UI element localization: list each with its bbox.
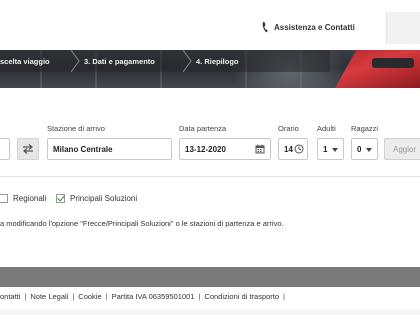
phone-icon xyxy=(262,21,268,33)
footer-link-condizioni-trasporto[interactable]: Condizioni di trasporto xyxy=(204,292,279,301)
site-header: Assistenza e Contatti xyxy=(0,0,420,50)
search-update-button[interactable]: Aggior xyxy=(384,138,420,160)
principali-soluzioni-label: Principali Soluzioni xyxy=(70,194,138,203)
footer-link-cookie[interactable]: Cookie xyxy=(78,292,101,301)
time-value: 14 xyxy=(284,144,293,154)
arrival-station-label: Stazione di arrivo xyxy=(47,124,105,133)
time-input[interactable]: 14 xyxy=(278,138,308,160)
swap-stations-button[interactable] xyxy=(17,138,39,160)
date-label: Data partenza xyxy=(179,124,227,133)
time-label: Orario xyxy=(278,124,299,133)
assistance-label: Assistenza e Contatti xyxy=(274,22,355,32)
assistance-contacts-link[interactable]: Assistenza e Contatti xyxy=(262,20,355,34)
regionali-label: Regionali xyxy=(13,194,47,203)
kids-value: 0 xyxy=(357,144,362,154)
footer-separator: | xyxy=(105,291,108,301)
caret-down-icon xyxy=(332,148,338,152)
step-label: 4. Riepilogo xyxy=(196,56,239,66)
adults-label: Adulti xyxy=(317,124,336,133)
step-label: scelta viaggio xyxy=(0,56,50,66)
footer-link-contatti[interactable]: ontatti xyxy=(0,292,20,301)
adults-value: 1 xyxy=(323,144,328,154)
step-chevron-icon xyxy=(183,50,192,72)
kids-select[interactable]: 0 xyxy=(351,138,378,160)
caret-down-icon xyxy=(366,148,372,152)
header-menu-button[interactable] xyxy=(386,12,420,44)
kids-label: Ragazzi xyxy=(351,124,379,133)
filter-regionali[interactable]: Regionali xyxy=(0,194,46,203)
footer-bottom-strip xyxy=(0,310,420,315)
calendar-icon[interactable] xyxy=(255,144,265,154)
swap-arrows-icon xyxy=(23,144,33,154)
step-dati-pagamento[interactable]: 3. Dati e pagamento xyxy=(80,50,192,72)
filter-principali-soluzioni[interactable]: Principali Soluzioni xyxy=(56,194,137,203)
footer-link-note-legali[interactable]: Note Legali xyxy=(30,292,68,301)
arrival-station-input[interactable]: Milano Centrale xyxy=(47,138,172,160)
footer-separator: | xyxy=(283,291,285,301)
step-label: 3. Dati e pagamento xyxy=(84,56,155,66)
regionali-checkbox[interactable] xyxy=(0,194,8,203)
date-input[interactable]: 13-12-2020 xyxy=(179,138,271,160)
footer-separator: | xyxy=(24,291,27,301)
step-scelta-viaggio[interactable]: scelta viaggio xyxy=(0,50,80,72)
form-divider xyxy=(0,176,420,177)
date-value: 13-12-2020 xyxy=(185,144,226,154)
adults-select[interactable]: 1 xyxy=(317,138,344,160)
train-window xyxy=(372,58,414,68)
steps-banner: scelta viaggio 3. Dati e pagamento 4. Ri… xyxy=(0,50,420,88)
arrival-station-value: Milano Centrale xyxy=(53,144,113,154)
footer-separator: | xyxy=(72,291,75,301)
departure-station-input[interactable] xyxy=(0,138,10,160)
filter-info-message: a modificando l'opzione "Frecce/Principa… xyxy=(0,219,284,228)
footer-separator: | xyxy=(198,291,201,301)
footer-links: ontatti | Note Legali | Cookie | Partita… xyxy=(0,290,420,302)
principali-soluzioni-checkbox[interactable] xyxy=(56,194,65,203)
booking-steps: scelta viaggio 3. Dati e pagamento 4. Ri… xyxy=(0,50,330,72)
footer-grey-bar xyxy=(0,267,420,287)
search-update-label: Aggior xyxy=(393,144,417,154)
clock-icon xyxy=(294,144,304,154)
step-chevron-icon xyxy=(71,50,80,72)
footer-vat-number: Partita IVA 06359501001 xyxy=(111,291,195,301)
step-riepilogo[interactable]: 4. Riepilogo xyxy=(192,50,292,72)
